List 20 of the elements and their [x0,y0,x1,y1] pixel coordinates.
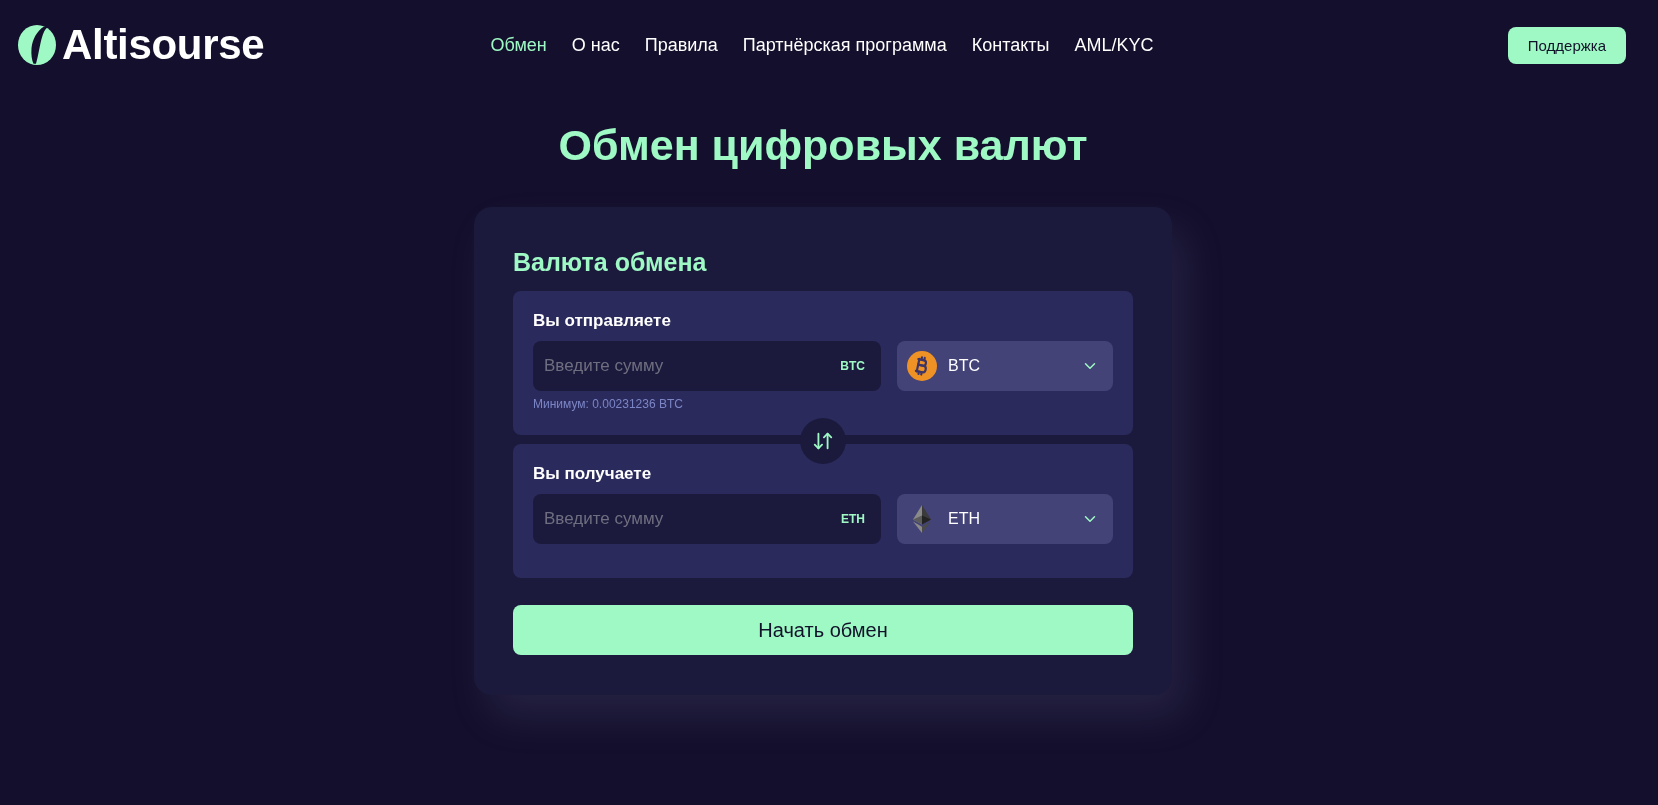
nav-link[interactable]: Контакты [971,34,1050,56]
logo-text: Altisourse [62,24,265,66]
currency-select[interactable]: ETH [897,494,1113,544]
support-button[interactable]: Поддержка [1507,26,1626,64]
nav-link[interactable]: Обмен [490,34,547,56]
nav-link[interactable]: AML/KYC [1074,34,1154,56]
currency-select[interactable]: BTC [897,341,1113,391]
bitcoin-icon [907,351,937,381]
page-title: Обмен цифровых валют [558,120,1088,171]
section-label: Вы отправляете [533,311,672,331]
nav-link[interactable]: Правила [644,34,718,56]
nav-link[interactable]: Партнёрская программа [742,34,947,56]
minimum-amount-text: Минимум: 0.00231236 BTC [533,397,684,411]
nav-link[interactable]: О нас [571,34,620,56]
currency-unit-label: ETH [841,512,865,526]
start-exchange-button[interactable]: Начать обмен [513,605,1133,655]
section-label: Вы получаете [533,464,653,484]
logo-icon [18,25,56,65]
currency-unit-label: BTC [840,359,865,373]
card-title: Валюта обмена [513,247,708,277]
